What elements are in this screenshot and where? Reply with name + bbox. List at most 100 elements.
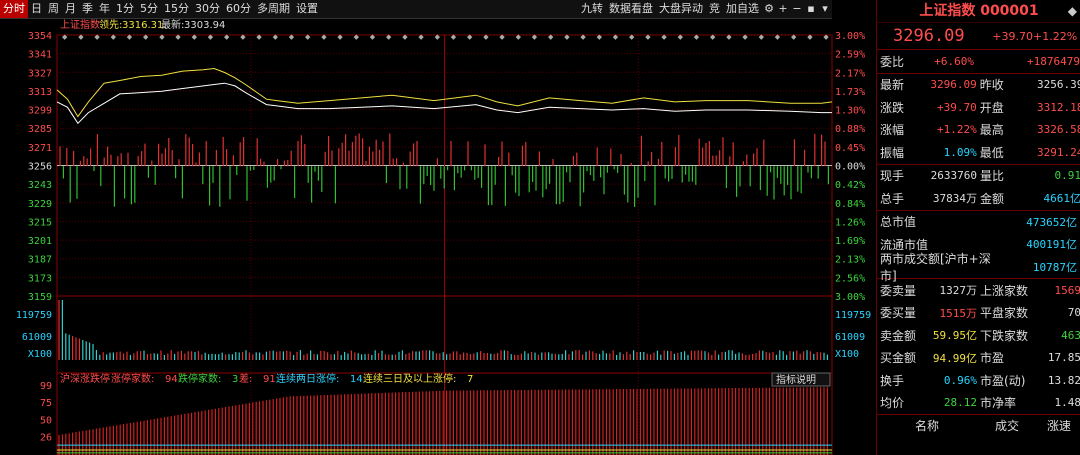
indicator-header-item: 差: (239, 372, 252, 385)
quote-value: 463 (1061, 328, 1080, 342)
quote-block-1: 最新 3296.09 昨收 3256.39 涨跌 +39.70 开盘 3312.18 涨幅 +1.… (877, 74, 1080, 165)
indicator-header-item: 沪深涨跌停 (60, 372, 110, 385)
quote-row: 涨跌 +39.70 开盘 3312.18 (877, 96, 1080, 119)
zoom-out-icon[interactable]: − (790, 0, 804, 18)
volume-tick-label: 119759 (16, 310, 52, 321)
zoom-in-icon[interactable]: + (776, 0, 790, 18)
tool-auction[interactable]: 竞 (706, 0, 723, 18)
period-tab-9[interactable]: 30分 (192, 0, 223, 18)
event-marker-icon: ◆ (499, 33, 505, 41)
settings-icon[interactable]: ⚙ (762, 0, 776, 18)
price-tick-label: 3354 (28, 31, 52, 42)
period-tab-3[interactable]: 月 (62, 0, 79, 18)
pct-tick-label: 1.73% (835, 87, 865, 98)
quote-value: 3312.18 (1037, 100, 1080, 114)
indicator-help-label[interactable]: 指标说明 (776, 373, 816, 386)
period-tab-1[interactable]: 日 (28, 0, 45, 18)
pct-tick-label: 0.84% (835, 199, 865, 210)
quote-row: 委卖量 1327万 上涨家数 1569 (877, 279, 1080, 302)
pct-tick-label: 1.26% (835, 217, 865, 228)
quote-label: 下跌家数 (980, 328, 1029, 343)
quote-label: 开盘 (979, 100, 1004, 115)
quote-value: 94.99亿 (932, 351, 978, 365)
quote-row: 总手 37834万 金额 4661亿 (877, 187, 1080, 210)
pct-tick-label: 0.42% (835, 180, 865, 191)
tool-market-alerts[interactable]: 大盘异动 (656, 0, 706, 18)
price-change-pct: +1.22% (1033, 29, 1078, 43)
period-tab-2[interactable]: 周 (45, 0, 62, 18)
quote-block-2: 现手 2633760 量比 0.91 总手 37834万 金额 4661亿 (877, 165, 1080, 211)
quote-label: 总市值 (880, 215, 917, 230)
event-marker-icon: ◆ (159, 33, 165, 41)
price-tick-label: 3187 (28, 255, 52, 266)
quote-row: 委买量 1515万 平盘家数 70 (877, 302, 1080, 325)
price-tick-label: 3327 (28, 68, 52, 79)
indicator-tick-label: 26 (40, 433, 52, 444)
tool-add-watchlist[interactable]: 加自选 (723, 0, 762, 18)
indicator-header-item: 14 (350, 374, 363, 385)
period-tab-11[interactable]: 多周期 (254, 0, 293, 18)
quote-label: 市盈(动) (980, 373, 1026, 388)
list-col-name[interactable]: 名称 (877, 417, 939, 434)
quote-value: +1.22% (937, 123, 977, 137)
quote-value: 10787亿 (1032, 260, 1077, 274)
quote-value: 37834万 (932, 192, 978, 206)
indicator-header-item: 91 (263, 374, 276, 385)
tool-jiuzhuan[interactable]: 九转 (578, 0, 606, 18)
period-tab-6[interactable]: 1分 (113, 0, 137, 18)
quote-value: 1515万 (939, 306, 978, 320)
event-marker-icon: ◆ (192, 33, 198, 41)
index-name: 上证指数 000001 (919, 3, 1039, 19)
pct-tick-label: 2.17% (835, 68, 865, 79)
period-tab-10[interactable]: 60分 (223, 0, 254, 18)
indicator-header-item: 涨停家数: (111, 372, 154, 385)
quote-value: 70 (1067, 306, 1080, 320)
quote-value: 400191亿 (1026, 238, 1077, 252)
quote-label: 总手 (880, 191, 905, 206)
legend-lead-value: 3316.31 (122, 20, 163, 31)
intraday-chart[interactable]: 3354 3.00% 3341 2.59% 3327 2.17% 3313 1.73% 3299… (0, 18, 876, 455)
event-marker-icon: ◆ (564, 33, 570, 41)
event-marker-icon: ◆ (467, 33, 473, 41)
quote-label: 市盈 (980, 351, 1005, 366)
pct-tick-label: 0.45% (835, 143, 865, 154)
quote-label: 昨收 (979, 78, 1004, 93)
event-marker-icon: ◆ (208, 33, 214, 41)
pct-tick-label: 1.69% (835, 236, 865, 247)
quote-block-4: 委卖量 1327万 上涨家数 1569 委买量 1515万 平盘家数 70 卖金额 59.95亿下… (877, 279, 1080, 414)
legend-latest-value: 3303.94 (184, 20, 225, 31)
period-tab-12[interactable]: 设置 (293, 0, 321, 18)
event-marker-icon: ◆ (240, 33, 246, 41)
indicator-tick-label: 99 (40, 381, 52, 392)
event-marker-icon: ◆ (111, 33, 117, 41)
pct-tick-label: 3.00% (835, 292, 865, 303)
restore-icon[interactable]: ▪ (804, 0, 818, 18)
price-tick-label: 3299 (28, 106, 52, 117)
legend-latest-label: 最新: (161, 18, 184, 31)
tool-data-dashboard[interactable]: 数据看盘 (606, 0, 656, 18)
list-col-speed[interactable]: 涨速 (1019, 417, 1071, 434)
dropdown-icon[interactable]: ▾ (818, 0, 832, 18)
event-marker-icon: ◆ (791, 33, 797, 41)
indicator-header-item: 跌停家数: (178, 372, 221, 385)
quote-label: 现手 (880, 169, 905, 184)
price-tick-label: 3243 (28, 180, 52, 191)
period-tab-7[interactable]: 5分 (137, 0, 161, 18)
webi-label: 委比 (880, 54, 905, 69)
period-tab-0[interactable]: 分时 (0, 0, 28, 18)
event-marker-icon: ◆ (451, 33, 457, 41)
pct-tick-label: 0.88% (835, 124, 865, 135)
period-tab-5[interactable]: 年 (96, 0, 113, 18)
period-tab-8[interactable]: 15分 (161, 0, 192, 18)
quote-value: 1.48 (1054, 396, 1080, 410)
quote-label: 均价 (880, 396, 905, 411)
webi-row: 委比 +6.60% +1876479 (877, 50, 1080, 74)
quote-row: 换手 0.96% 市盈(动) 13.82 (877, 369, 1080, 392)
event-marker-icon: ◆ (823, 33, 829, 41)
volume-tick-label: 61009 (22, 332, 52, 343)
quote-block-3: 总市值 473652亿 流通市值 400191亿 两市成交额[沪市+深市] 10787亿 (877, 211, 1080, 283)
period-tab-4[interactable]: 季 (79, 0, 96, 18)
switch-arrow-icon[interactable]: ◆ (1068, 0, 1077, 22)
list-col-volume[interactable]: 成交 (939, 417, 1019, 434)
quote-value: 0.91 (1054, 169, 1080, 183)
